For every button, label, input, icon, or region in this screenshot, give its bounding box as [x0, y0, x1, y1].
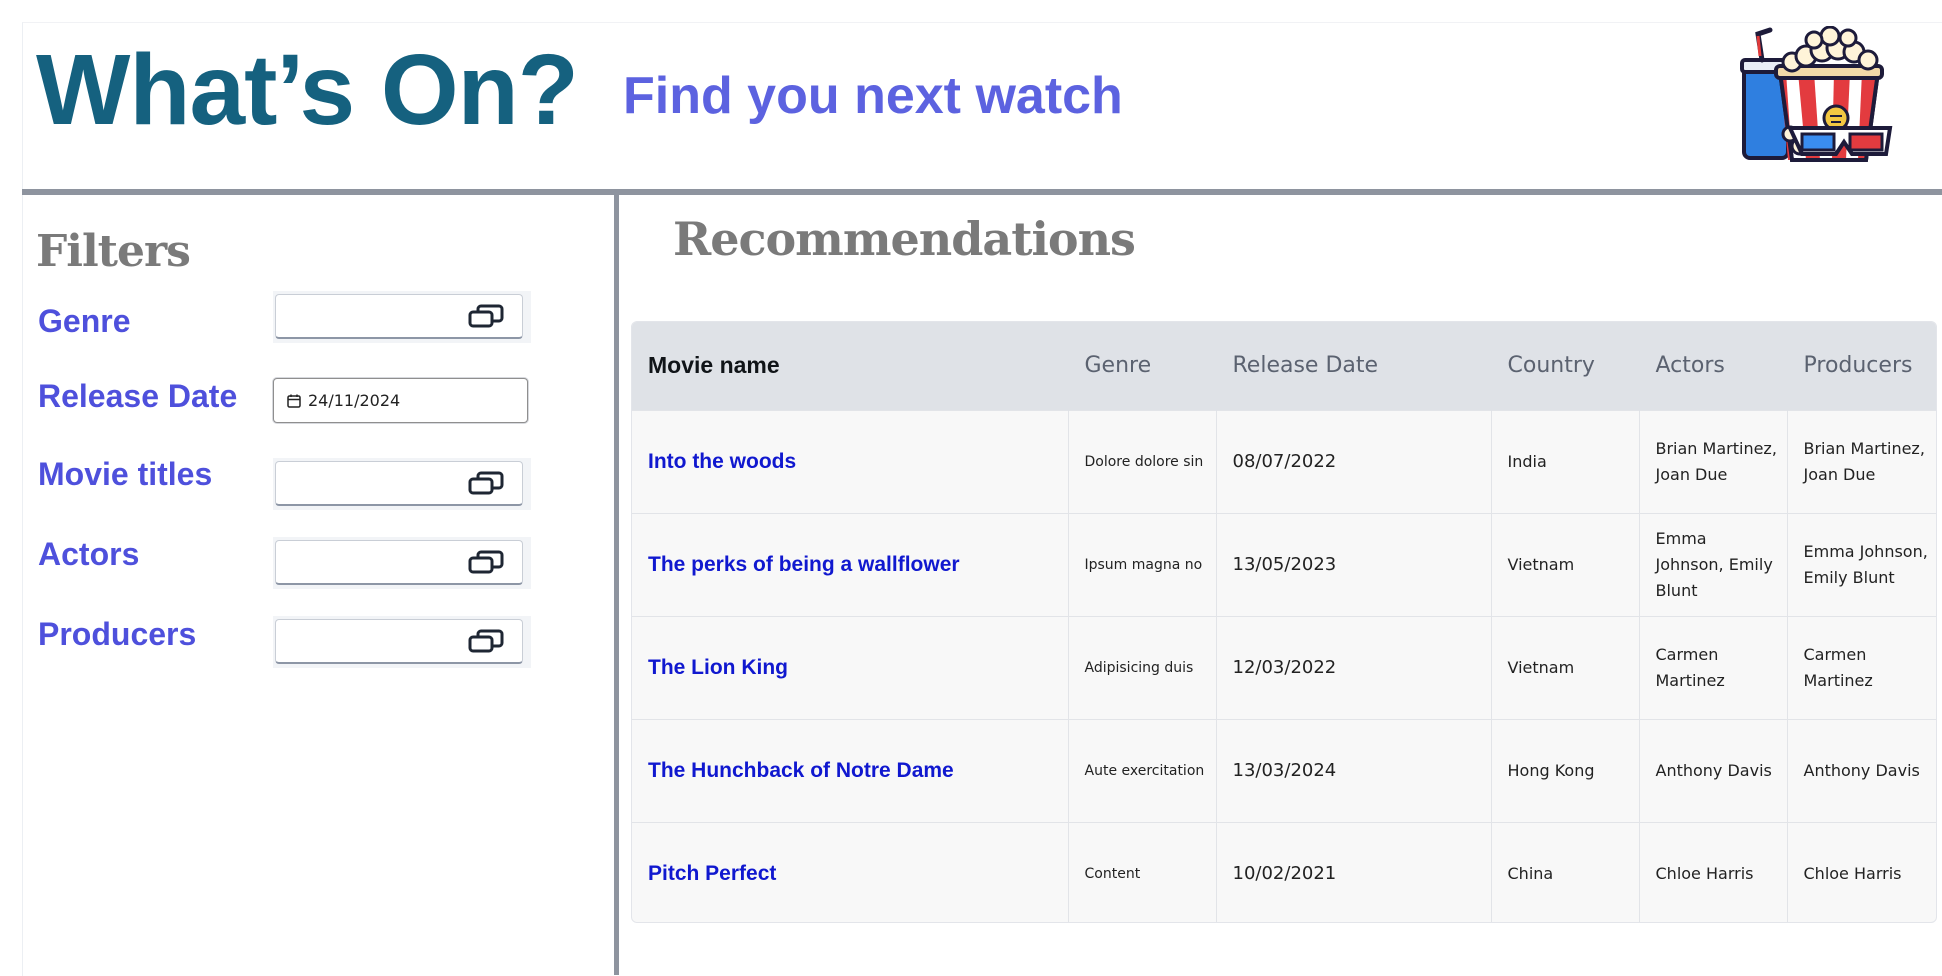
genre-cell: Aute exercitation — [1068, 719, 1217, 822]
movie-titles-filter-box[interactable] — [275, 461, 523, 506]
calendar-icon[interactable] — [287, 394, 301, 408]
genre-cell: Content — [1068, 822, 1217, 922]
recommendations-table: Movie name Genre Release Date Country Ac… — [631, 321, 1937, 923]
producers-cell: Carmen Martinez — [1803, 644, 1873, 690]
recommendations-heading: Recommendations — [673, 212, 1136, 266]
column-header-release-date[interactable]: Release Date — [1216, 322, 1492, 410]
header-divider — [22, 189, 1942, 195]
column-header-movie-name[interactable]: Movie name — [632, 322, 1069, 410]
genre-cell: Ipsum magna no — [1068, 513, 1217, 616]
genre-cell: Dolore dolore sin — [1068, 410, 1217, 513]
table-row: Into the woods Dolore dolore sin 08/07/2… — [632, 410, 1936, 513]
table-header-row: Movie name Genre Release Date Country Ac… — [632, 322, 1936, 410]
genre-cell: Adipisicing duis — [1068, 616, 1217, 719]
actors-filter[interactable] — [273, 537, 531, 589]
window-restore-icon[interactable] — [468, 471, 504, 495]
movie-name-link[interactable]: Into the woods — [632, 410, 1069, 513]
country-cell: India — [1491, 410, 1640, 513]
sidebar-divider — [614, 195, 619, 975]
actors-filter-box[interactable] — [275, 540, 523, 585]
app-subtitle: Find you next watch — [623, 67, 1123, 125]
column-header-producers[interactable]: Producers — [1787, 322, 1936, 410]
release-date-label: Release Date — [38, 378, 238, 414]
column-header-country[interactable]: Country — [1491, 322, 1640, 410]
country-cell: Hong Kong — [1491, 719, 1640, 822]
producers-cell: Brian Martinez, Joan Due — [1803, 438, 1925, 484]
release-date-value: 24/11/2024 — [308, 391, 401, 410]
genre-filter-box[interactable] — [275, 294, 523, 339]
actors-cell: Emma Johnson, Emily Blunt — [1639, 513, 1788, 616]
country-cell: China — [1491, 822, 1640, 922]
producers-cell: Emma Johnson, Emily Blunt — [1803, 541, 1928, 587]
producers-cell: Chloe Harris — [1803, 863, 1902, 883]
release-date-cell: 13/05/2023 — [1216, 513, 1492, 616]
table-row: Pitch Perfect Content 10/02/2021 China C… — [632, 822, 1936, 922]
table-row: The perks of being a wallflower Ipsum ma… — [632, 513, 1936, 616]
genre-label: Genre — [38, 303, 131, 339]
window-restore-icon[interactable] — [468, 550, 504, 574]
movie-name-link[interactable]: The Hunchback of Notre Dame — [632, 719, 1069, 822]
release-date-cell: 12/03/2022 — [1216, 616, 1492, 719]
table-row: The Lion King Adipisicing duis 12/03/202… — [632, 616, 1936, 719]
actors-cell: Chloe Harris — [1639, 822, 1788, 922]
release-date-cell: 13/03/2024 — [1216, 719, 1492, 822]
table-row: The Hunchback of Notre Dame Aute exercit… — [632, 719, 1936, 822]
movie-titles-label: Movie titles — [38, 456, 213, 492]
movie-titles-filter[interactable] — [273, 458, 531, 510]
window-restore-icon[interactable] — [468, 629, 504, 653]
country-cell: Vietnam — [1491, 616, 1640, 719]
release-date-input[interactable]: 24/11/2024 — [273, 378, 528, 423]
country-cell: Vietnam — [1491, 513, 1640, 616]
actors-cell: Carmen Martinez — [1639, 616, 1788, 719]
actors-cell: Brian Martinez, Joan Due — [1639, 410, 1788, 513]
actors-cell: Anthony Davis — [1639, 719, 1788, 822]
window-restore-icon[interactable] — [468, 304, 504, 328]
actors-label: Actors — [38, 536, 140, 572]
producers-filter[interactable] — [273, 616, 531, 668]
genre-filter[interactable] — [273, 291, 531, 343]
filters-heading: Filters — [36, 226, 191, 277]
producers-label: Producers — [38, 616, 197, 652]
app-title: What’s On? — [36, 34, 579, 146]
producers-cell: Anthony Davis — [1803, 760, 1920, 780]
movie-name-link[interactable]: Pitch Perfect — [632, 822, 1069, 922]
release-date-cell: 08/07/2022 — [1216, 410, 1492, 513]
producers-filter-box[interactable] — [275, 619, 523, 664]
column-header-actors[interactable]: Actors — [1639, 322, 1788, 410]
release-date-cell: 10/02/2021 — [1216, 822, 1492, 922]
movie-name-link[interactable]: The perks of being a wallflower — [632, 513, 1069, 616]
popcorn-3d-glasses-icon — [1740, 26, 1893, 162]
movie-name-link[interactable]: The Lion King — [632, 616, 1069, 719]
column-header-genre[interactable]: Genre — [1068, 322, 1217, 410]
